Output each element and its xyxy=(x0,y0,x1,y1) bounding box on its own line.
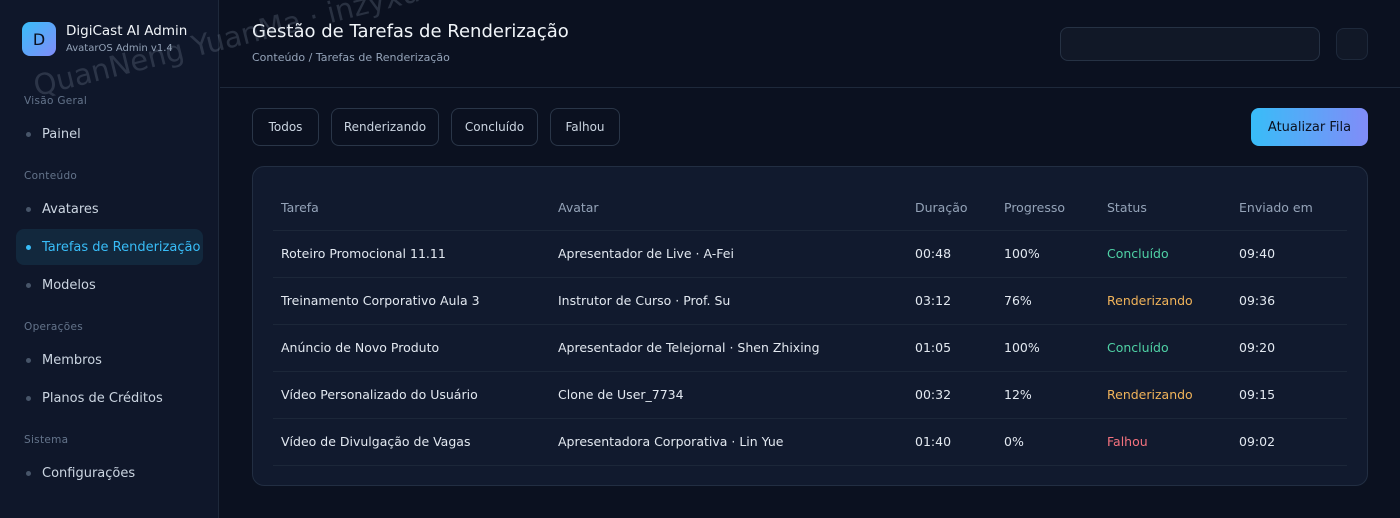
sidebar-item-settings[interactable]: Configurações xyxy=(16,455,203,491)
table-row[interactable]: Anúncio de Novo Produto Apresentador de … xyxy=(273,324,1347,372)
sent-at: 09:40 xyxy=(1239,246,1276,261)
brand-logo: D xyxy=(22,22,56,56)
sent-at: 09:02 xyxy=(1239,434,1276,449)
search-input[interactable] xyxy=(1060,27,1320,61)
sent-at: 09:15 xyxy=(1239,387,1276,402)
bullet-icon xyxy=(26,470,31,476)
bullet-icon xyxy=(26,206,31,212)
duration: 03:12 xyxy=(915,293,952,308)
status-badge: Concluído xyxy=(1107,246,1169,261)
task-name: Anúncio de Novo Produto xyxy=(281,340,440,355)
filter-all-button[interactable]: Todos xyxy=(252,108,319,146)
filter-completed-button[interactable]: Concluído xyxy=(451,108,538,146)
sidebar-item-label: Tarefas de Renderização xyxy=(42,239,201,255)
sidebar-item-credit-plans[interactable]: Planos de Créditos xyxy=(16,380,203,416)
sidebar-item-dashboard[interactable]: Painel xyxy=(16,116,203,152)
nav-section-system: Sistema xyxy=(24,434,69,446)
sidebar-item-label: Avatares xyxy=(42,201,99,217)
column-header-status: Status xyxy=(1107,200,1147,215)
progress: 12% xyxy=(1004,387,1032,402)
table-header: Tarefa Avatar Duração Progresso Status E… xyxy=(273,185,1347,231)
sidebar-item-label: Configurações xyxy=(42,465,136,481)
duration: 00:48 xyxy=(915,246,952,261)
table-row[interactable]: Vídeo de Divulgação de Vagas Apresentado… xyxy=(273,418,1347,466)
bullet-icon xyxy=(26,244,31,250)
column-header-sent-at: Enviado em xyxy=(1239,200,1313,215)
notification-button[interactable] xyxy=(1336,28,1368,60)
sidebar-item-avatars[interactable]: Avatares xyxy=(16,191,203,227)
breadcrumb: Conteúdo / Tarefas de Renderização xyxy=(252,51,450,64)
sidebar-item-label: Planos de Créditos xyxy=(42,390,163,406)
sidebar: D DigiCast AI Admin AvatarOS Admin v1.4 … xyxy=(0,0,219,518)
column-header-avatar: Avatar xyxy=(558,200,599,215)
brand-subtitle: AvatarOS Admin v1.4 xyxy=(66,43,173,54)
progress: 100% xyxy=(1004,340,1040,355)
status-badge: Renderizando xyxy=(1107,387,1193,402)
header-divider xyxy=(220,87,1400,88)
table-row[interactable]: Treinamento Corporativo Aula 3 Instrutor… xyxy=(273,277,1347,325)
column-header-duration: Duração xyxy=(915,200,968,215)
page-title: Gestão de Tarefas de Renderização xyxy=(252,21,569,42)
table-row[interactable]: Vídeo Personalizado do Usuário Clone de … xyxy=(273,371,1347,419)
avatar-name: Instrutor de Curso · Prof. Su xyxy=(558,293,731,308)
sent-at: 09:20 xyxy=(1239,340,1276,355)
render-tasks-table: Tarefa Avatar Duração Progresso Status E… xyxy=(252,166,1368,486)
refresh-queue-button[interactable]: Atualizar Fila xyxy=(1251,108,1368,146)
bullet-icon xyxy=(26,282,31,288)
column-header-progress: Progresso xyxy=(1004,200,1065,215)
status-badge: Concluído xyxy=(1107,340,1169,355)
avatar-name: Apresentador de Telejornal · Shen Zhixin… xyxy=(558,340,820,355)
status-badge: Falhou xyxy=(1107,434,1148,449)
avatar-name: Apresentador de Live · A-Fei xyxy=(558,246,734,261)
progress: 76% xyxy=(1004,293,1032,308)
filter-failed-button[interactable]: Falhou xyxy=(550,108,620,146)
avatar-name: Apresentadora Corporativa · Lin Yue xyxy=(558,434,784,449)
brand-title: DigiCast AI Admin xyxy=(66,23,188,39)
task-name: Vídeo de Divulgação de Vagas xyxy=(281,434,471,449)
filter-rendering-button[interactable]: Renderizando xyxy=(331,108,439,146)
sidebar-item-label: Painel xyxy=(42,126,81,142)
brand: D DigiCast AI Admin AvatarOS Admin v1.4 xyxy=(22,22,187,56)
column-header-task: Tarefa xyxy=(281,200,319,215)
avatar-name: Clone de User_7734 xyxy=(558,387,684,402)
bullet-icon xyxy=(26,395,31,401)
sent-at: 09:36 xyxy=(1239,293,1276,308)
duration: 01:40 xyxy=(915,434,952,449)
status-badge: Renderizando xyxy=(1107,293,1193,308)
task-name: Roteiro Promocional 11.11 xyxy=(281,246,446,261)
progress: 0% xyxy=(1004,434,1024,449)
duration: 01:05 xyxy=(915,340,952,355)
progress: 100% xyxy=(1004,246,1040,261)
sidebar-item-label: Membros xyxy=(42,352,102,368)
task-name: Treinamento Corporativo Aula 3 xyxy=(281,293,480,308)
sidebar-item-label: Modelos xyxy=(42,277,96,293)
nav-section-operations: Operações xyxy=(24,321,83,333)
bullet-icon xyxy=(26,357,31,363)
sidebar-item-templates[interactable]: Modelos xyxy=(16,267,203,303)
sidebar-item-members[interactable]: Membros xyxy=(16,342,203,378)
bullet-icon xyxy=(26,131,31,137)
sidebar-item-render-tasks[interactable]: Tarefas de Renderização xyxy=(16,229,203,265)
nav-section-overview: Visão Geral xyxy=(24,95,88,107)
task-name: Vídeo Personalizado do Usuário xyxy=(281,387,478,402)
nav-section-content: Conteúdo xyxy=(24,170,78,182)
table-row[interactable]: Roteiro Promocional 11.11 Apresentador d… xyxy=(273,230,1347,278)
duration: 00:32 xyxy=(915,387,952,402)
